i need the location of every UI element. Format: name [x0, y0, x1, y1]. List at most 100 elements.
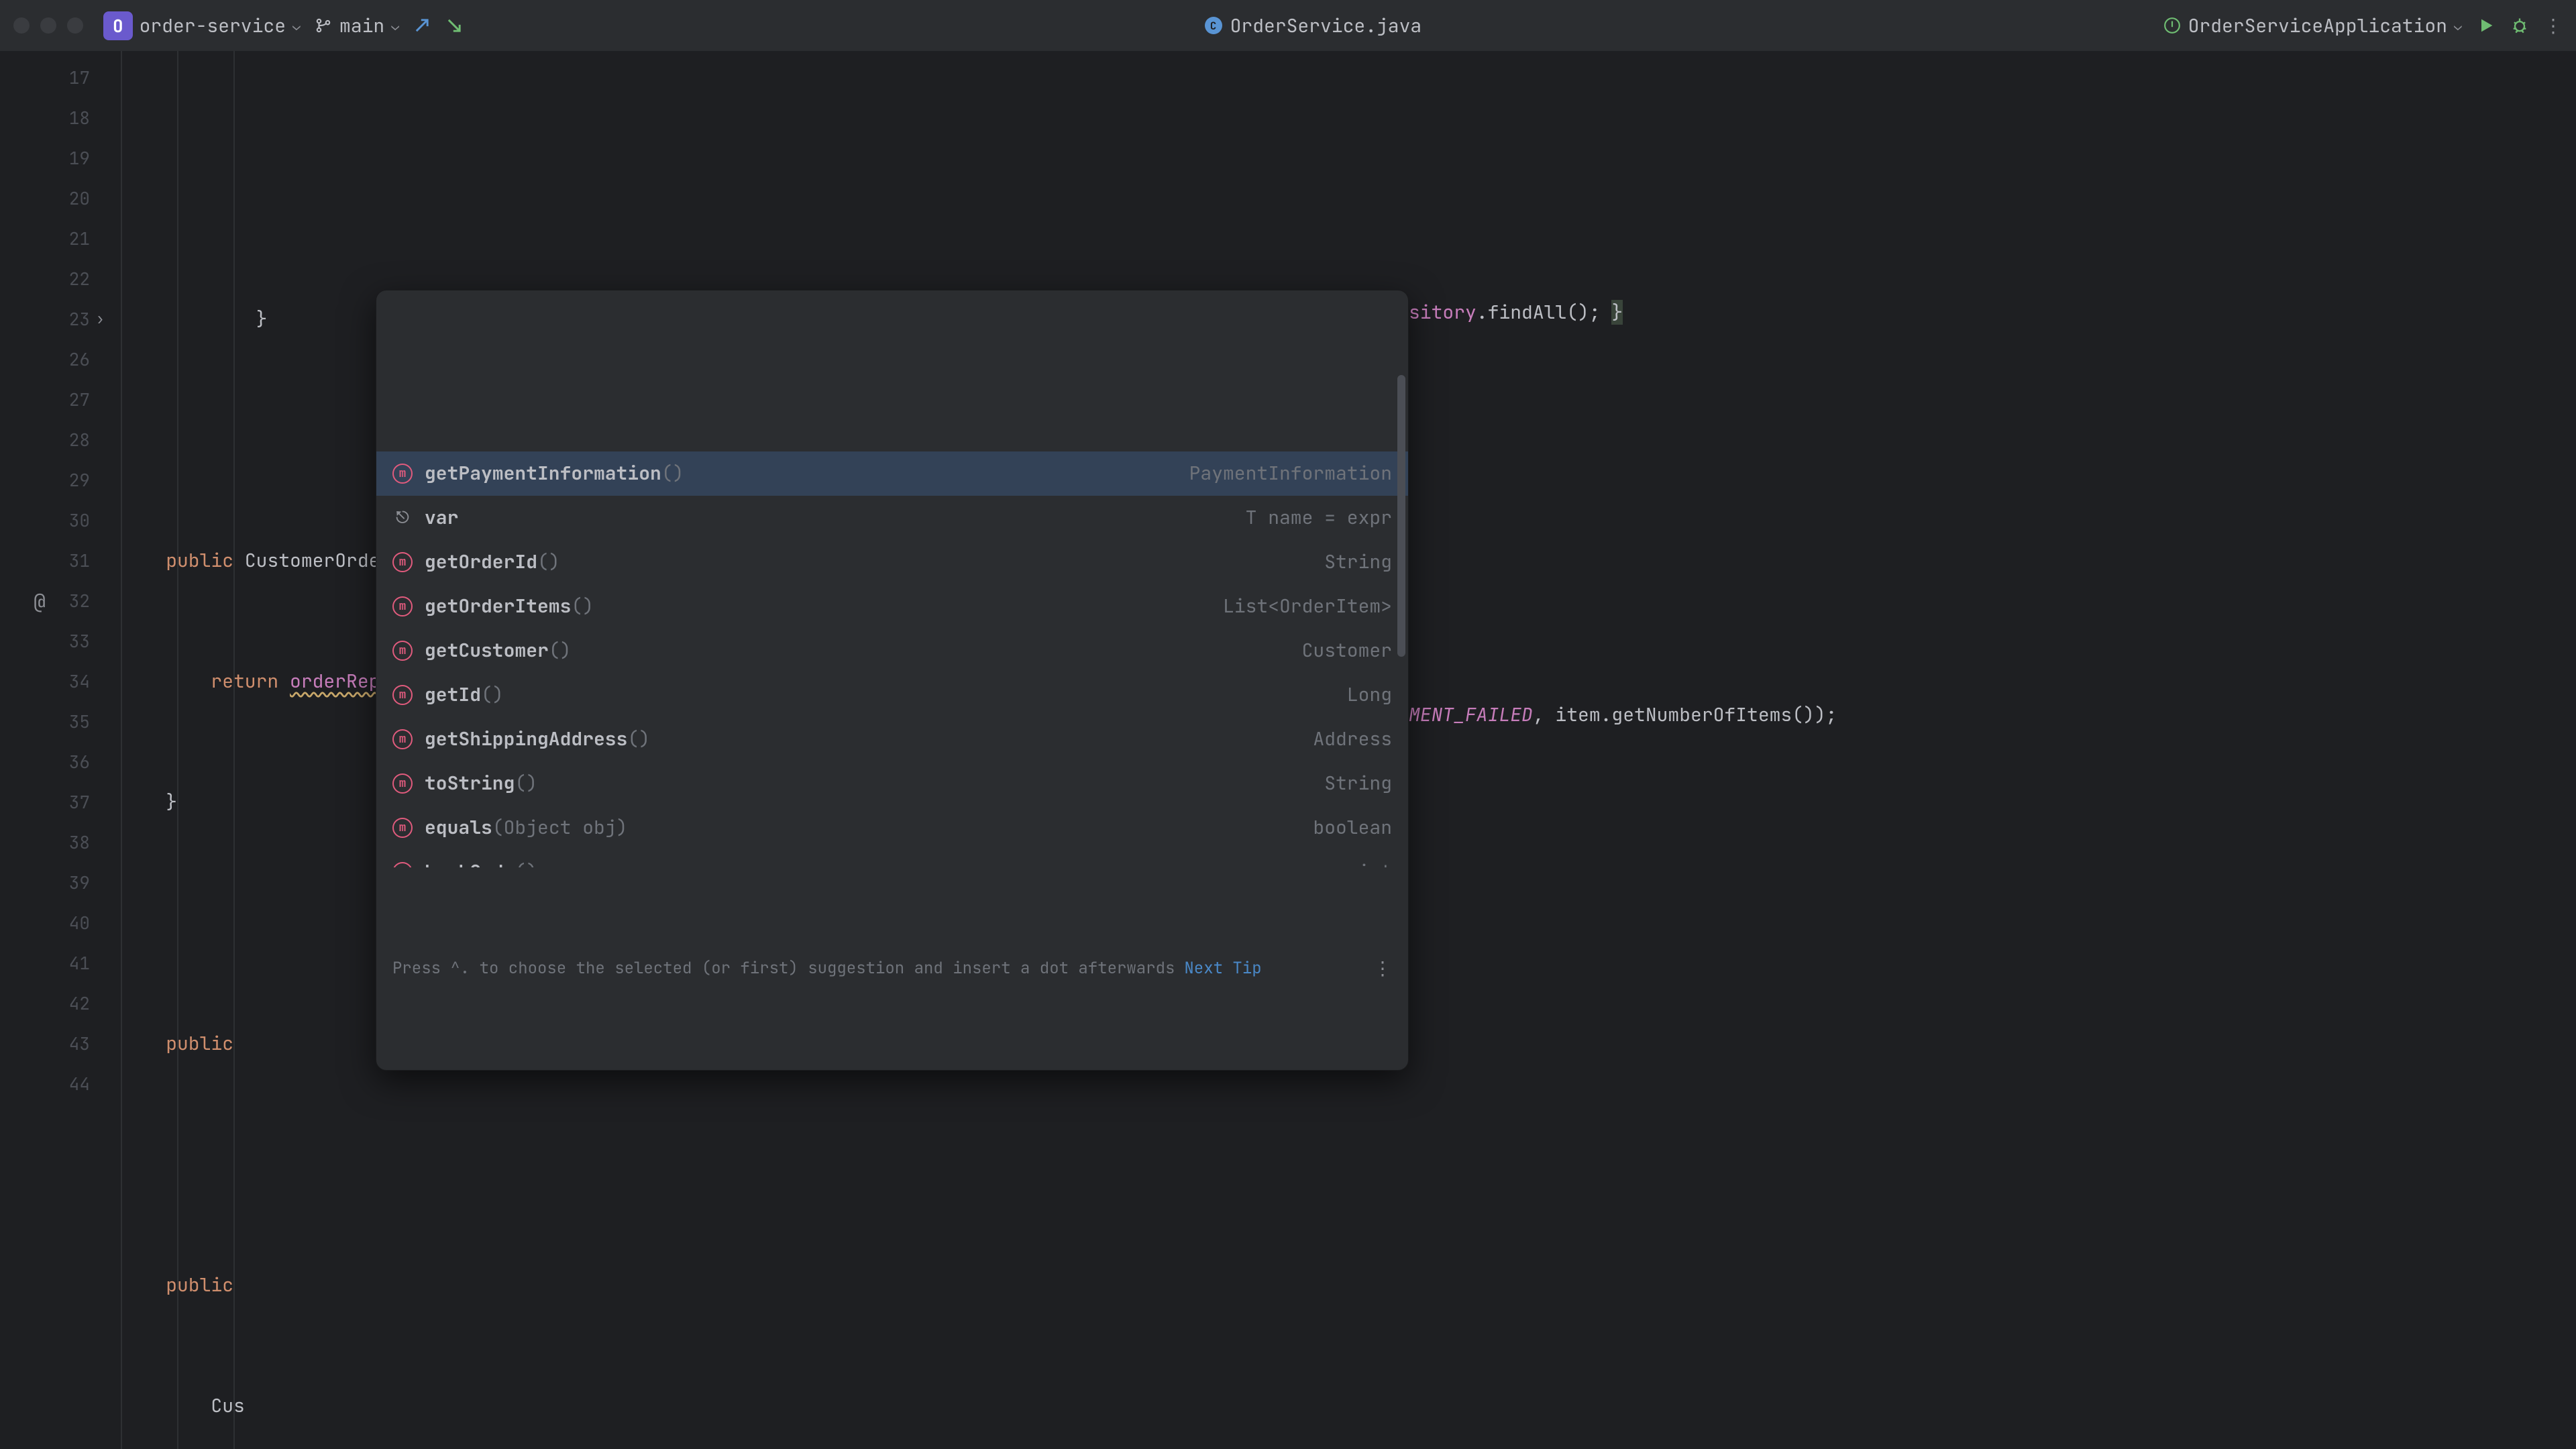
project-selector[interactable]: O order-service ⌄: [103, 11, 301, 40]
code-line: [107, 1144, 2556, 1185]
code-behind-popup: MENT_FAILED, item.getNumberOfItems());: [1409, 695, 1837, 735]
completion-name: equals(Object obj): [425, 808, 627, 848]
autocomplete-item[interactable]: m equals(Object obj) boolean: [376, 806, 1408, 850]
chevron-down-icon: ⌄: [391, 17, 399, 34]
autocomplete-footer: Press ^. to choose the selected (or firs…: [376, 948, 1408, 989]
autocomplete-list[interactable]: m getPaymentInformation() PaymentInformati…: [376, 371, 1408, 867]
editor-area: 17181920212223›26272829303132@3334353637…: [0, 51, 2576, 1449]
autocomplete-item[interactable]: m toString() String: [376, 761, 1408, 806]
line-number: 41: [0, 943, 107, 983]
debug-button-icon[interactable]: [2510, 16, 2529, 35]
completion-type: PaymentInformation: [1189, 453, 1392, 494]
completion-name: getOrderId(): [425, 542, 560, 582]
autocomplete-item[interactable]: m getId() Long: [376, 673, 1408, 717]
spring-boot-icon: [2163, 16, 2182, 35]
line-number: 17: [0, 58, 107, 98]
close-window-icon[interactable]: [13, 17, 30, 34]
completion-name: var: [425, 498, 458, 538]
line-number: 22: [0, 259, 107, 299]
line-number: 30: [0, 500, 107, 541]
completion-type: boolean: [1313, 808, 1392, 848]
line-number: 43: [0, 1024, 107, 1064]
completion-name: getOrderItems(): [425, 586, 594, 627]
project-badge: O: [103, 11, 133, 40]
line-number: 37: [0, 782, 107, 822]
autocomplete-item[interactable]: m getOrderItems() List<OrderItem>: [376, 584, 1408, 629]
method-icon: m: [392, 685, 413, 705]
line-number: 19: [0, 138, 107, 178]
line-number: 34: [0, 661, 107, 702]
java-class-icon: C: [1205, 17, 1222, 34]
line-number: 18: [0, 98, 107, 138]
autocomplete-item[interactable]: ⎋ var T name = expr: [376, 496, 1408, 540]
completion-type: String: [1324, 763, 1392, 804]
outgoing-changes-icon[interactable]: [445, 16, 464, 35]
method-icon: m: [392, 596, 413, 616]
line-number: 33: [0, 621, 107, 661]
line-number: 29: [0, 460, 107, 500]
line-number: 23›: [0, 299, 107, 339]
autocomplete-item[interactable]: mgetShippingAddress()Address: [376, 717, 1408, 761]
autocomplete-item[interactable]: m getCustomer() Customer: [376, 629, 1408, 673]
method-icon: m: [392, 552, 413, 572]
completion-name: getPaymentInformation(): [425, 453, 684, 494]
chevron-down-icon: ⌄: [292, 17, 301, 34]
completion-type: Long: [1347, 675, 1392, 715]
window-controls[interactable]: [13, 17, 83, 34]
run-config-selector[interactable]: OrderServiceApplication ⌄: [2163, 13, 2462, 38]
maximize-window-icon[interactable]: [67, 17, 83, 34]
line-number: 32@: [0, 581, 107, 621]
method-icon: m: [392, 641, 413, 661]
right-gutter: [2556, 51, 2576, 1449]
line-number: 39: [0, 863, 107, 903]
completion-name: hashCode(): [425, 852, 537, 867]
more-actions-icon[interactable]: ⋮: [2544, 16, 2563, 35]
code-behind-popup: sitory.findAll(); }: [1409, 292, 1623, 333]
line-number: 42: [0, 983, 107, 1024]
completion-type: Customer: [1302, 631, 1392, 671]
line-number: 28: [0, 420, 107, 460]
line-number: 35: [0, 702, 107, 742]
open-file-tab[interactable]: OrderService.java: [1230, 13, 1422, 38]
autocomplete-hint: Press ^. to choose the selected (or firs…: [392, 949, 1175, 989]
fold-marker-icon[interactable]: ›: [96, 299, 105, 339]
line-number-gutter: 17181920212223›26272829303132@3334353637…: [0, 51, 107, 1449]
method-icon: m: [392, 773, 413, 794]
autocomplete-popup: m getPaymentInformation() PaymentInformati…: [376, 290, 1409, 1071]
code-line: Cus: [107, 1386, 2556, 1426]
incoming-changes-icon[interactable]: [413, 16, 431, 35]
gutter-annotation-icon[interactable]: @: [34, 581, 46, 621]
completion-type: T name = expr: [1246, 498, 1392, 538]
line-number: 20: [0, 178, 107, 219]
next-tip-link[interactable]: Next Tip: [1184, 949, 1261, 989]
method-icon: m: [392, 464, 413, 484]
more-options-icon[interactable]: ⋮: [1373, 949, 1392, 989]
line-number: 26: [0, 339, 107, 380]
chevron-down-icon: ⌄: [2454, 17, 2462, 34]
code-line: public: [107, 1265, 2556, 1305]
completion-type: int: [1358, 852, 1392, 867]
line-number: 36: [0, 742, 107, 782]
autocomplete-item[interactable]: m getPaymentInformation() PaymentInformati…: [376, 451, 1408, 496]
autocomplete-item[interactable]: mgetOrderId()String: [376, 540, 1408, 584]
template-icon: ⎋: [392, 508, 413, 528]
top-toolbar: O order-service ⌄ main ⌄ C OrderService.…: [0, 0, 2576, 51]
scrollbar-thumb[interactable]: [1397, 375, 1405, 657]
completion-name: toString(): [425, 763, 537, 804]
run-button-icon[interactable]: [2477, 16, 2496, 35]
line-number: 44: [0, 1064, 107, 1104]
line-number: 40: [0, 903, 107, 943]
line-number: 21: [0, 219, 107, 259]
method-icon: m: [392, 818, 413, 838]
completion-name: getId(): [425, 675, 504, 715]
code-editor[interactable]: } public CustomerOrder getOrderByOrderId…: [107, 51, 2556, 1449]
line-number: 27: [0, 380, 107, 420]
autocomplete-item[interactable]: m hashCode() int: [376, 850, 1408, 867]
minimize-window-icon[interactable]: [40, 17, 56, 34]
completion-name: getCustomer(): [425, 631, 571, 671]
branch-icon: [314, 16, 333, 35]
vcs-branch-selector[interactable]: main ⌄: [314, 13, 399, 38]
method-icon: m: [392, 862, 413, 867]
completion-name: getShippingAddress(): [425, 719, 650, 759]
completion-type: List<OrderItem>: [1223, 586, 1392, 627]
